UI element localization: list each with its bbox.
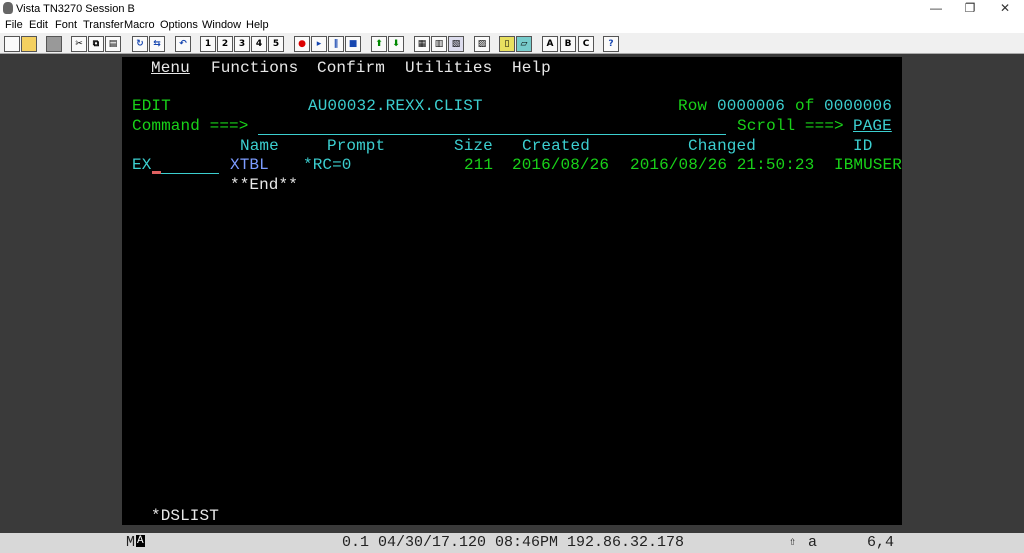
menu-options[interactable]: Options [160,19,198,31]
menu-help[interactable]: Help [246,19,269,31]
mode-label: EDIT [132,97,171,115]
help-button[interactable]: ? [603,36,619,52]
upload-icon[interactable]: ⬆ [371,36,387,52]
settings-icon[interactable]: ▦ [414,36,430,52]
action-menu[interactable]: Menu [151,59,190,77]
menu-macro[interactable]: Macro [124,19,155,31]
menu-bar: File Edit Font Transfer Macro Options Wi… [0,17,1024,33]
map-icon[interactable]: ▨ [474,36,490,52]
copy-icon[interactable]: ⧉ [88,36,104,52]
scroll-input[interactable]: PAGE [853,117,892,135]
dataset-name: AU00032.REXX.CLIST [308,97,483,115]
action-utilities[interactable]: Utilities [405,59,492,77]
row-total: 0000006 [824,97,892,115]
keyboard-lock-icon: ⇧ [789,535,797,549]
macro-3-button[interactable]: 3 [234,36,250,52]
member-name[interactable]: XTBL [230,156,269,174]
member-size: 211 [464,156,494,174]
scroll-label: Scroll ===> [737,117,844,135]
refresh-icon[interactable]: ↻ [132,36,148,52]
row-current: 0000006 [717,97,785,115]
command-input-underline[interactable] [258,134,726,135]
print-icon[interactable] [46,36,62,52]
clipboard-icon[interactable]: ▯ [499,36,515,52]
play-icon[interactable]: ▸ [311,36,327,52]
title-bar: Vista TN3270 Session B — ❐ ✕ [0,0,1024,17]
line-command-underline[interactable] [152,173,219,174]
terminal-screen[interactable]: Menu Functions Confirm Utilities Help ED… [122,57,902,525]
of-label: of [795,97,815,115]
line-command-input[interactable]: EX [132,156,151,174]
status-kbd: a [808,534,818,551]
minimize-button[interactable]: — [921,1,951,15]
new-icon[interactable] [4,36,20,52]
member-id: IBMUSER [834,156,902,174]
toolbar: ✂ ⧉ ▤ ↻ ⇆ ↶ 1 2 3 4 5 ● ▸ ∥ ■ ⬆ ⬇ ▦ ▥ ▧ … [0,33,1024,54]
display-icon[interactable]: ▧ [448,36,464,52]
header-size: Size [454,137,493,155]
menu-window[interactable]: Window [202,19,241,31]
menu-transfer[interactable]: Transfer [83,19,124,31]
header-id: ID [853,137,873,155]
notes-icon[interactable]: ▱ [516,36,532,52]
cursor [152,171,161,174]
action-confirm[interactable]: Confirm [317,59,385,77]
member-created: 2016/08/26 [512,156,610,174]
header-name: Name [240,137,279,155]
download-icon[interactable]: ⬇ [388,36,404,52]
macro-1-button[interactable]: 1 [200,36,216,52]
window-title: Vista TN3270 Session B [16,3,135,15]
stop-icon[interactable]: ■ [345,36,361,52]
status-mode: M [126,534,136,551]
undo-icon[interactable]: ↶ [175,36,191,52]
reconnect-icon[interactable]: ⇆ [149,36,165,52]
cut-icon[interactable]: ✂ [71,36,87,52]
pause-icon[interactable]: ∥ [328,36,344,52]
cursor-position: 6,4 [867,534,895,551]
session-a-button[interactable]: A [542,36,558,52]
header-changed: Changed [688,137,756,155]
action-help[interactable]: Help [512,59,551,77]
dslist-indicator: *DSLIST [151,507,219,525]
session-b-button[interactable]: B [560,36,576,52]
menu-file[interactable]: File [5,19,23,31]
paste-icon[interactable]: ▤ [105,36,121,52]
macro-4-button[interactable]: 4 [251,36,267,52]
header-created: Created [522,137,590,155]
status-indicator: A [136,535,145,547]
restore-button[interactable]: ❐ [955,1,985,15]
status-session-info: 0.1 04/30/17.120 08:46PM 192.86.32.178 [342,534,685,551]
record-icon[interactable]: ● [294,36,310,52]
close-button[interactable]: ✕ [990,1,1020,15]
macro-2-button[interactable]: 2 [217,36,233,52]
keyboard-icon[interactable]: ▥ [431,36,447,52]
status-bar: M A 0.1 04/30/17.120 08:46PM 192.86.32.1… [0,533,1024,553]
open-icon[interactable] [21,36,37,52]
session-c-button[interactable]: C [578,36,594,52]
command-label: Command ===> [132,117,249,135]
action-functions[interactable]: Functions [211,59,298,77]
header-prompt: Prompt [327,137,386,155]
end-marker: **End** [230,176,298,194]
app-icon [3,2,13,14]
row-label: Row [678,97,708,115]
menu-font[interactable]: Font [55,19,77,31]
menu-edit[interactable]: Edit [29,19,48,31]
member-changed: 2016/08/26 21:50:23 [630,156,815,174]
macro-5-button[interactable]: 5 [268,36,284,52]
member-prompt: *RC=0 [303,156,352,174]
